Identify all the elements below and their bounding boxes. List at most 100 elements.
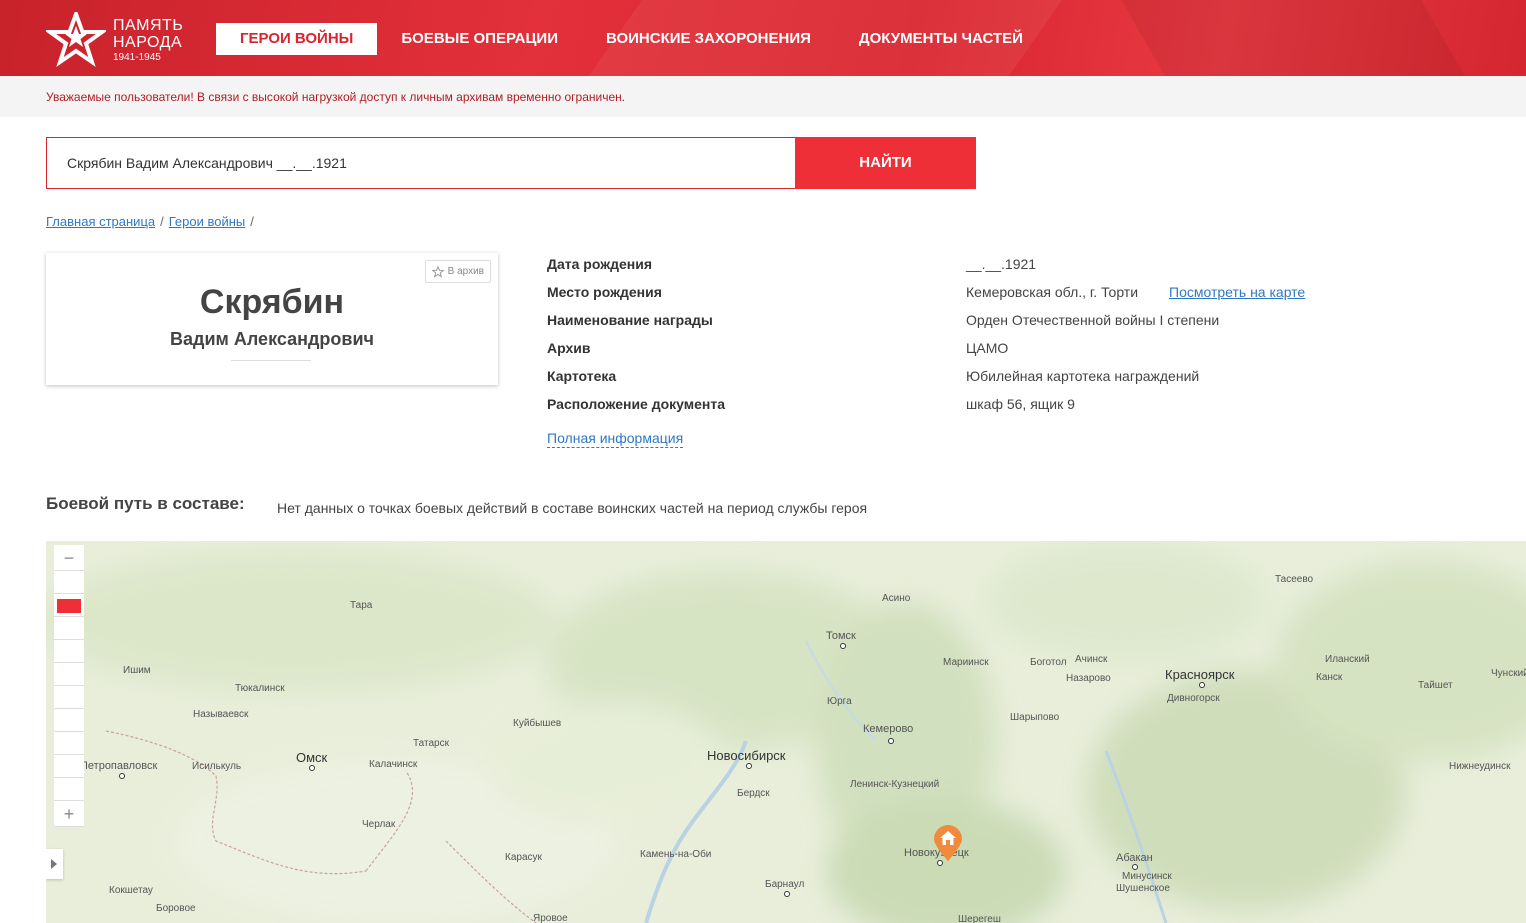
archive-button-label: В архив: [447, 266, 484, 277]
map-label: Петропавловск: [80, 760, 158, 772]
combat-map[interactable]: Тасеево Асино Тара Томск Мариинск Богото…: [46, 541, 1526, 923]
map-label: Ачинск: [1075, 654, 1108, 665]
zoom-level-step[interactable]: [54, 640, 84, 663]
map-label: Абакан: [1116, 852, 1153, 864]
zoom-level-step[interactable]: [54, 617, 84, 640]
map-label: Канск: [1316, 672, 1343, 683]
star-icon: [431, 265, 444, 278]
birthplace-marker[interactable]: [932, 824, 964, 867]
view-on-map-link[interactable]: Посмотреть на карте: [1169, 284, 1305, 300]
city-dot: [784, 891, 790, 897]
home-icon: [934, 825, 962, 861]
breadcrumb-home[interactable]: Главная страница: [46, 214, 155, 229]
map-label: Тасеево: [1275, 574, 1314, 585]
map-label: Исилькуль: [192, 761, 242, 772]
map-label: Ишим: [123, 665, 151, 676]
zoom-out-button[interactable]: −: [54, 545, 84, 571]
hero-surname: Скрябин: [199, 283, 345, 321]
city-dot: [840, 643, 846, 649]
combat-path-message: Нет данных о точках боевых действий в со…: [277, 500, 868, 516]
zoom-level-step[interactable]: [54, 755, 84, 778]
map-label: Татарск: [413, 738, 449, 749]
info-value: Кемеровская обл., г. Торти: [966, 284, 1139, 300]
breadcrumb-separator: /: [160, 214, 164, 229]
logo-line-1: ПАМЯТЬ: [113, 17, 184, 34]
info-label: Место рождения: [547, 284, 662, 300]
info-value: __.__.1921: [966, 256, 1037, 272]
info-value: Орден Отечественной войны I степени: [966, 312, 1220, 328]
map-label: Бердск: [737, 788, 770, 799]
zoom-level-step-active[interactable]: [54, 594, 84, 617]
city-dot: [888, 738, 894, 744]
map-label: Калачинск: [369, 759, 418, 770]
map-terrain: [46, 541, 1526, 923]
notice-text: Уважаемые пользователи! В связи с высоко…: [46, 90, 626, 104]
city-dot: [119, 773, 125, 779]
zoom-level-step[interactable]: [54, 571, 84, 594]
map-label: Назарово: [1066, 673, 1111, 684]
combat-path-title: Боевой путь в составе:: [46, 494, 245, 513]
info-label: Архив: [547, 340, 591, 356]
map-label: Чунский: [1491, 668, 1526, 679]
zoom-level-step[interactable]: [54, 732, 84, 755]
zoom-level-step[interactable]: [54, 778, 84, 801]
map-label: Томск: [826, 630, 856, 642]
map-label: Называевск: [193, 709, 249, 720]
city-dot: [309, 765, 315, 771]
plus-icon: +: [63, 804, 75, 824]
hero-given-names: Вадим Александрович: [170, 329, 374, 349]
nav-unit-documents[interactable]: Документы частей: [835, 23, 1047, 55]
map-label: Мариинск: [943, 657, 989, 668]
map-label: Омск: [296, 750, 328, 765]
map-panel-toggle[interactable]: [46, 849, 63, 879]
zoom-level-step[interactable]: [54, 709, 84, 732]
notice-bar: Уважаемые пользователи! В связи с высоко…: [0, 76, 1526, 117]
site-logo[interactable]: ПАМЯТЬ НАРОДА 1941-1945: [46, 12, 206, 68]
map-label: Шушенское: [1116, 883, 1170, 894]
map-label: Куйбышев: [513, 718, 562, 729]
map-label: Кемерово: [863, 723, 914, 735]
map-label: Шарыпово: [1010, 712, 1060, 723]
zoom-in-button[interactable]: +: [54, 801, 84, 827]
map-label: Ленинск-Кузнецкий: [850, 779, 940, 790]
map-label: Тюкалинск: [235, 683, 285, 694]
map-label: Юрга: [827, 696, 852, 707]
map-label: Шерегеш: [958, 914, 1001, 923]
map-label: Камень-на-Оби: [640, 849, 712, 860]
map-label: Черлак: [362, 819, 396, 830]
zoom-level-step[interactable]: [54, 663, 84, 686]
map-label: Иланский: [1325, 654, 1370, 665]
info-label: Картотека: [547, 368, 617, 384]
map-label: Карасук: [505, 852, 542, 863]
city-dot: [1132, 864, 1138, 870]
info-label: Дата рождения: [547, 256, 653, 272]
info-label: Наименование награды: [547, 312, 713, 328]
search-bar: НАЙТИ: [46, 137, 976, 189]
map-label: Тара: [350, 600, 373, 611]
main-nav: Герои войны Боевые операции Воинские зах…: [216, 23, 1047, 55]
breadcrumb-heroes[interactable]: Герои войны: [169, 214, 246, 229]
map-label: Барнаул: [765, 879, 805, 890]
minus-icon: −: [63, 548, 75, 568]
nav-heroes[interactable]: Герои войны: [216, 23, 378, 55]
search-input[interactable]: [46, 137, 796, 189]
logo-title: ПАМЯТЬ НАРОДА: [113, 17, 183, 51]
site-header: ПАМЯТЬ НАРОДА 1941-1945 Герои войны Боев…: [0, 0, 1526, 76]
info-value: Юбилейная картотека награждений: [966, 368, 1200, 384]
map-label: Яровое: [533, 913, 568, 923]
zoom-level-step[interactable]: [54, 686, 84, 709]
map-label: Боготол: [1030, 657, 1067, 668]
header-decoration: [1103, 0, 1497, 76]
star-logo-icon: [46, 12, 106, 67]
city-dot: [746, 763, 752, 769]
map-label: Дивногорск: [1167, 693, 1220, 704]
full-info-link[interactable]: Полная информация: [547, 430, 684, 448]
nav-burials[interactable]: Воинские захоронения: [582, 23, 835, 55]
logo-line-2: НАРОДА: [113, 34, 183, 51]
info-value: ЦАМО: [966, 340, 1009, 356]
add-to-archive-button[interactable]: В архив: [424, 260, 491, 283]
map-label: Новосибирск: [707, 748, 786, 763]
hero-card: В архив Скрябин Вадим Александрович: [46, 253, 498, 385]
nav-operations[interactable]: Боевые операции: [377, 23, 582, 55]
search-button[interactable]: НАЙТИ: [795, 137, 976, 189]
